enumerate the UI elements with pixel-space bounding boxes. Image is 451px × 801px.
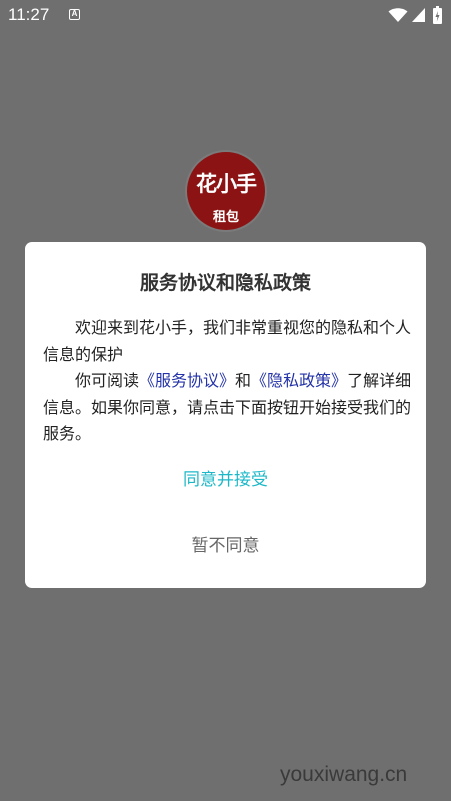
- status-bar: 11:27 A: [0, 0, 451, 32]
- a-notification-icon: A: [69, 9, 80, 20]
- dialog-paragraph-welcome: 欢迎来到花小手，我们非常重视您的隐私和个人信息的保护: [43, 318, 412, 364]
- dialog-title: 服务协议和隐私政策: [139, 272, 311, 294]
- app-logo: 花小手 租包: [187, 152, 265, 230]
- wifi-icon: [388, 8, 408, 22]
- dialog-paragraph-terms: 你可阅读《服务协议》和《隐私政策》了解详细信息。如果你同意，请点击下面按钮开始接…: [43, 368, 413, 448]
- status-time: 11:27: [8, 5, 50, 24]
- agree-button[interactable]: 同意并接受: [145, 462, 306, 498]
- privacy-policy-link[interactable]: 《隐私政策》: [251, 371, 347, 390]
- terms-intro-text: 你可阅读: [75, 371, 140, 390]
- signal-icon: [412, 8, 425, 22]
- privacy-dialog: 服务协议和隐私政策 欢迎来到花小手，我们非常重视您的隐私和个人信息的保护 你可阅…: [25, 242, 426, 588]
- disagree-button[interactable]: 暂不同意: [145, 528, 306, 564]
- watermark: youxiwang.cn: [280, 763, 408, 786]
- service-agreement-link[interactable]: 《服务协议》: [139, 371, 235, 390]
- app-logo-subtext: 租包: [212, 210, 239, 225]
- terms-and-text: 和: [235, 371, 252, 390]
- app-logo-text: 花小手: [196, 172, 257, 196]
- dialog-body: 欢迎来到花小手，我们非常重视您的隐私和个人信息的保护 你可阅读《服务协议》和《隐…: [43, 315, 413, 448]
- battery-icon: [433, 6, 442, 24]
